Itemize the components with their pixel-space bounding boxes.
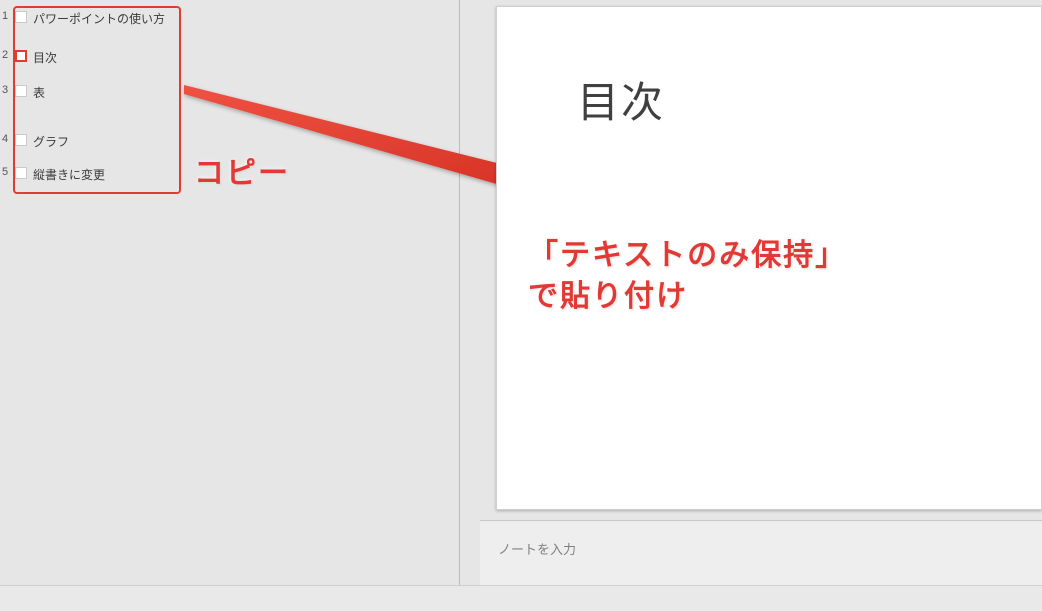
slide-icon xyxy=(15,167,27,179)
status-bar xyxy=(0,585,1042,611)
outline-item-number: 5 xyxy=(2,166,12,178)
outline-item-label: グラフ xyxy=(33,133,69,150)
outline-item[interactable]: 1 パワーポイントの使い方 xyxy=(0,0,459,31)
outline-item-label: 目次 xyxy=(33,49,57,66)
slide-icon xyxy=(15,50,27,62)
slide-title[interactable]: 目次 xyxy=(577,69,665,130)
annotation-paste-line2: で貼り付け xyxy=(528,280,688,313)
notes-placeholder: ノートを入力 xyxy=(498,542,576,557)
outline-item-number: 4 xyxy=(2,133,12,145)
outline-item-label: 縦書きに変更 xyxy=(33,166,105,183)
outline-item-label: 表 xyxy=(33,84,45,101)
notes-pane[interactable]: ノートを入力 xyxy=(480,520,1042,585)
outline-item[interactable]: 2 目次 xyxy=(0,45,459,70)
outline-item-number: 1 xyxy=(2,10,12,22)
slide-icon xyxy=(15,11,27,23)
annotation-copy-label: コピー xyxy=(194,148,290,192)
slide-icon xyxy=(15,134,27,146)
outline-item-label: パワーポイントの使い方 xyxy=(33,10,165,27)
slide-icon xyxy=(15,85,27,97)
outline-item-number: 2 xyxy=(2,49,12,61)
outline-item[interactable]: 3 表 xyxy=(0,80,459,105)
annotation-paste-label: 「テキストのみ保持」 で貼り付け xyxy=(528,236,847,317)
outline-item-number: 3 xyxy=(2,84,12,96)
annotation-paste-line1: 「テキストのみ保持」 xyxy=(528,239,847,272)
outline-panel: 1 パワーポイントの使い方 2 目次 3 表 4 グラフ 5 縦書きに変更 xyxy=(0,0,460,585)
